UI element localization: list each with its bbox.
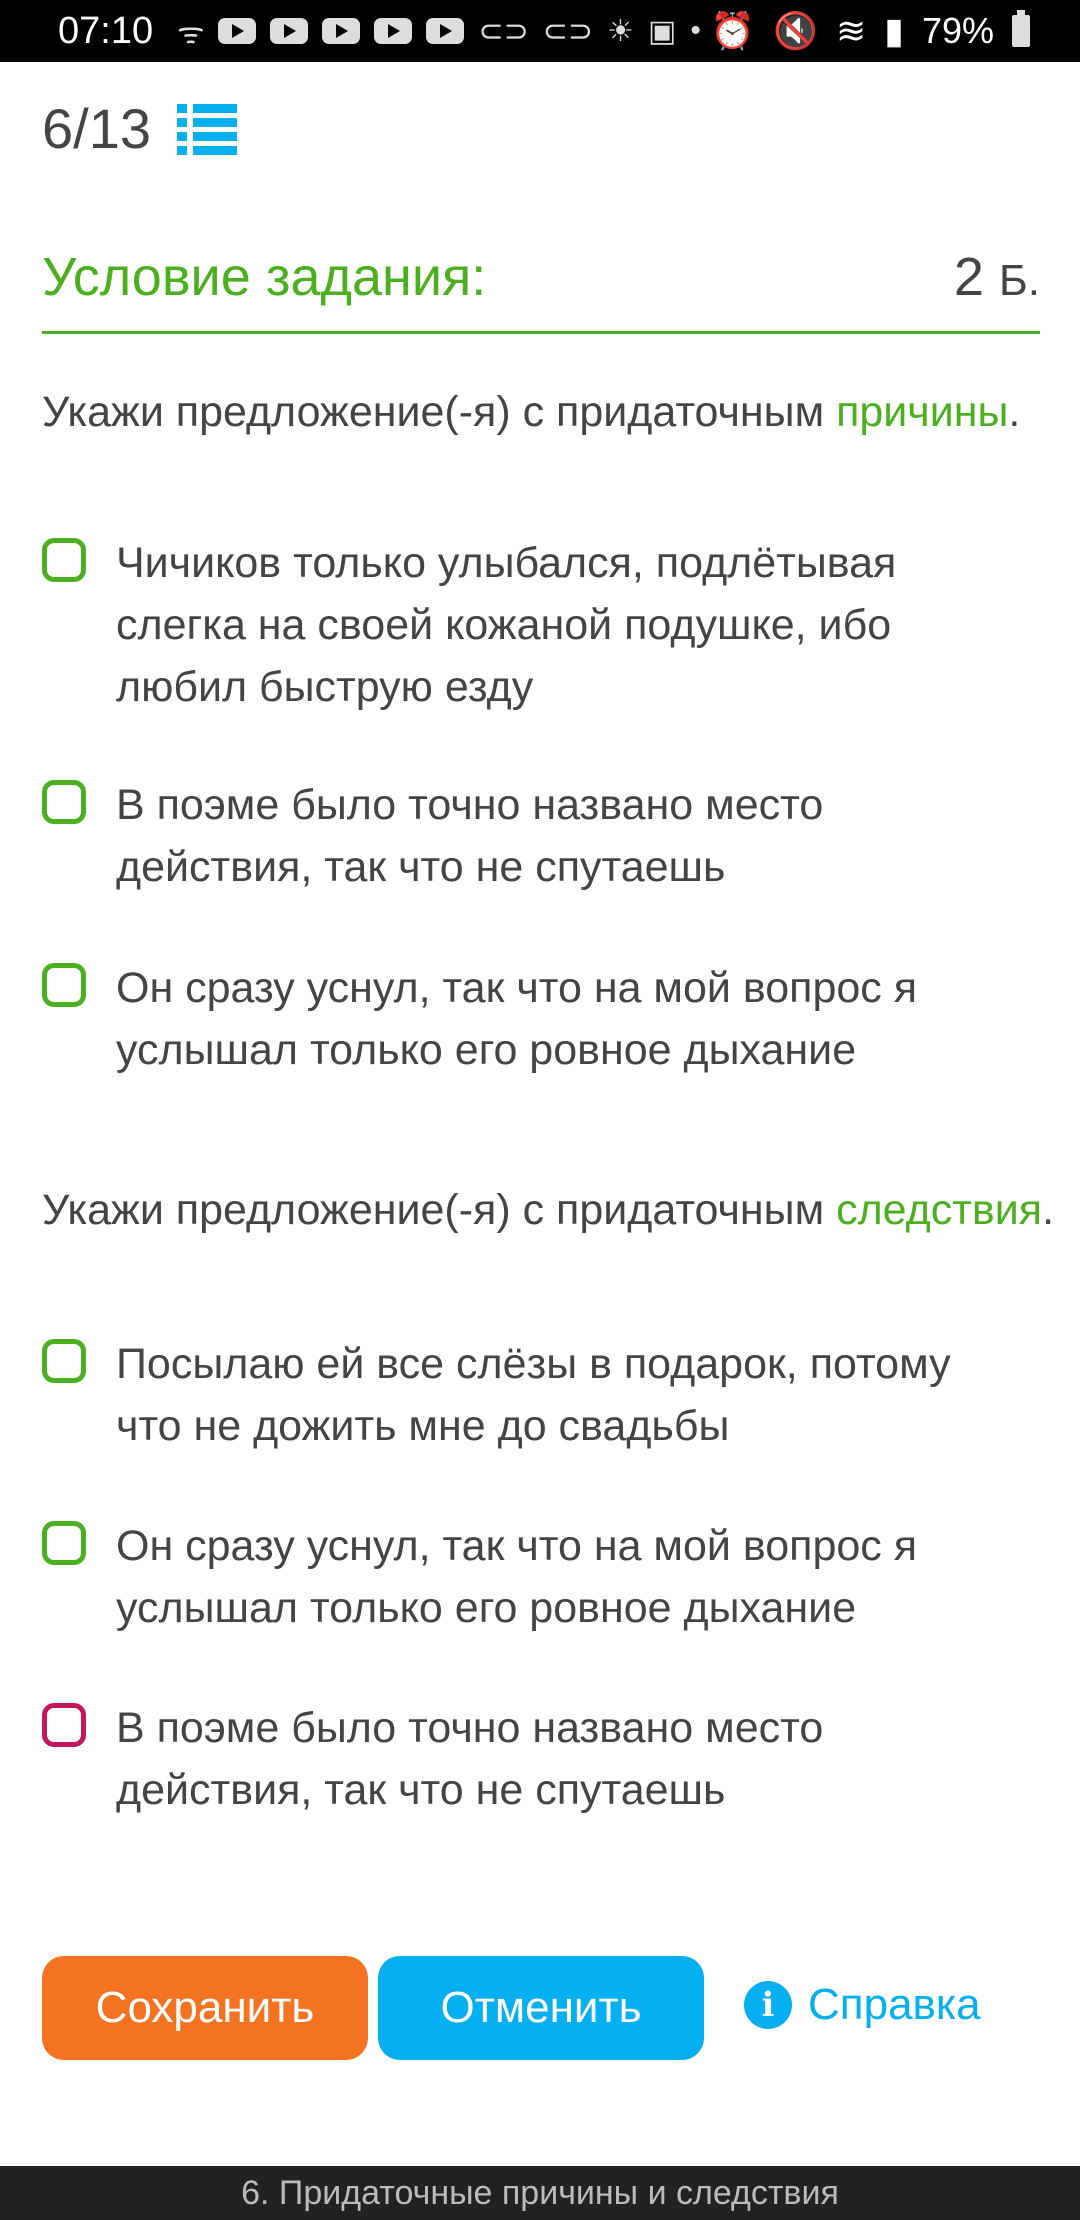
question-1-text: Укажи предложение(-я) с придаточным	[42, 388, 837, 436]
option-text: Он сразу уснул, так что на мой вопрос я …	[116, 964, 918, 1074]
save-button[interactable]: Сохранить	[42, 1956, 368, 2060]
link-icon: ⊂⊃	[478, 14, 529, 48]
task-progress: 6/13	[42, 96, 237, 161]
status-bar: 07:10 ᯤ ⊂⊃ ⊂⊃ ☀ ▣ • ⏰ 🔇 ≋ ▮ 79%	[0, 0, 1080, 62]
status-right: ⏰ 🔇 ≋ ▮ 79%	[710, 0, 1030, 62]
progress-counter: 6/13	[42, 97, 151, 160]
option-q2-3[interactable]: В поэме было точно названо место действи…	[42, 1697, 1032, 1821]
question-1-suffix: .	[1008, 388, 1021, 436]
option-q1-3[interactable]: Он сразу уснул, так что на мой вопрос я …	[42, 957, 1032, 1081]
question-2-text: Укажи предложение(-я) с придаточным	[42, 1186, 837, 1234]
battery-icon	[1012, 10, 1030, 47]
task-header: Условие задания: 2 Б.	[42, 246, 1040, 308]
checkbox[interactable]	[42, 1339, 86, 1383]
task-points: 2 Б.	[954, 246, 1040, 308]
option-text: В поэме было точно названо место действи…	[116, 781, 824, 891]
cancel-button[interactable]: Отменить	[378, 1956, 704, 2060]
notification-icons: ᯤ ⊂⊃ ⊂⊃ ☀ ▣ •	[177, 11, 701, 52]
points-unit: Б.	[998, 256, 1040, 305]
question-1: Укажи предложение(-я) с придаточным прич…	[42, 388, 1020, 437]
dot-icon: •	[690, 14, 701, 47]
youtube-icon	[374, 18, 413, 44]
question-2-highlight: следствия	[836, 1186, 1043, 1234]
help-link[interactable]: i Справка	[744, 1980, 981, 2030]
wifi-icon: ≋	[835, 10, 867, 51]
youtube-icon	[322, 18, 361, 44]
link-icon: ⊂⊃	[542, 14, 594, 48]
option-text: Посылаю ей все слёзы в подарок, потому ч…	[116, 1340, 951, 1450]
question-2: Укажи предложение(-я) с придаточным след…	[42, 1186, 1054, 1235]
checkbox[interactable]	[42, 1521, 86, 1565]
question-2-suffix: .	[1042, 1186, 1055, 1234]
youtube-icon	[426, 18, 465, 44]
checkbox[interactable]	[42, 963, 86, 1007]
info-icon: i	[744, 1981, 792, 2029]
help-label: Справка	[808, 1980, 981, 2029]
option-q2-2[interactable]: Он сразу уснул, так что на мой вопрос я …	[42, 1515, 1032, 1639]
option-text: Он сразу уснул, так что на мой вопрос я …	[116, 1522, 918, 1632]
checkbox[interactable]	[42, 780, 86, 824]
option-text: В поэме было точно названо место действи…	[116, 1704, 824, 1814]
status-time: 07:10	[58, 9, 154, 52]
checkbox[interactable]	[42, 538, 86, 582]
battery-level: 79%	[921, 10, 994, 51]
option-q1-2[interactable]: В поэме было точно названо место действи…	[42, 774, 1032, 898]
option-q1-1[interactable]: Чичиков только улыбался, подлётывая слег…	[42, 532, 1032, 718]
rss-icon: ᯤ	[177, 16, 205, 50]
youtube-icon	[218, 18, 257, 44]
topic-title: 6. Придаточные причины и следствия	[241, 2173, 839, 2212]
task-list-icon[interactable]	[177, 102, 237, 156]
twitch-icon: ▣	[647, 14, 677, 48]
youtube-icon	[270, 18, 309, 44]
title-divider	[42, 331, 1040, 334]
signal-icon: ▮	[884, 10, 904, 51]
option-q2-1[interactable]: Посылаю ей все слёзы в подарок, потому ч…	[42, 1333, 1032, 1457]
question-1-highlight: причины	[836, 388, 1009, 436]
topic-footer: 6. Придаточные причины и следствия	[0, 2166, 1080, 2220]
task-title: Условие задания:	[42, 247, 487, 307]
weather-icon: ☀	[607, 14, 634, 48]
points-value: 2	[953, 247, 984, 307]
option-text: Чичиков только улыбался, подлётывая слег…	[116, 539, 897, 711]
mute-icon: 🔇	[773, 10, 818, 51]
checkbox[interactable]	[42, 1703, 86, 1747]
alarm-icon: ⏰	[710, 10, 756, 51]
